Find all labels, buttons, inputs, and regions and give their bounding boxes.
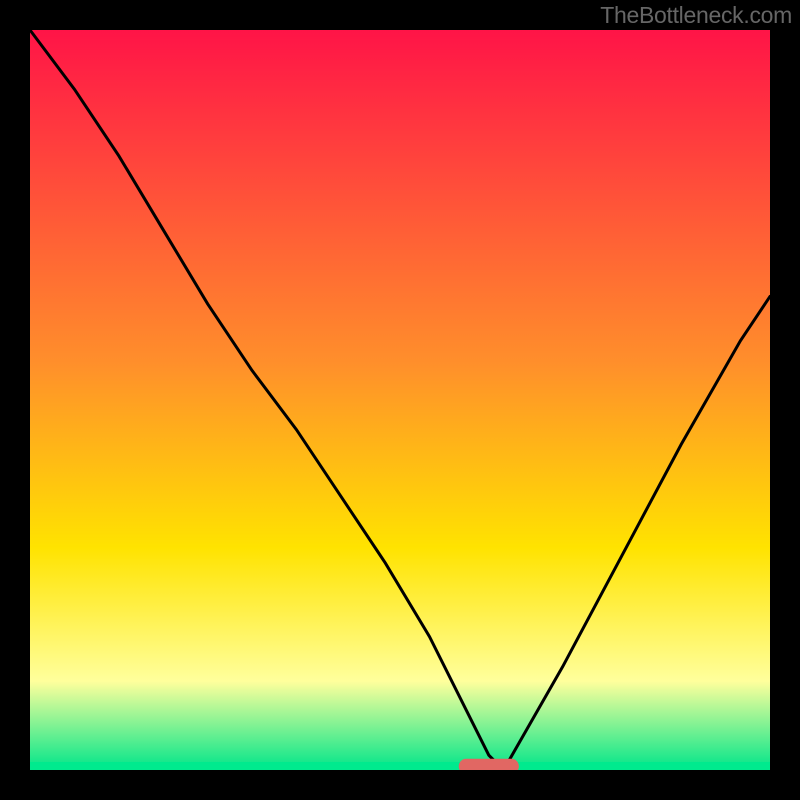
bottleneck-chart bbox=[0, 0, 800, 800]
border-left bbox=[0, 0, 30, 800]
border-bottom bbox=[0, 770, 800, 800]
chart-frame: TheBottleneck.com bbox=[0, 0, 800, 800]
plot-area bbox=[30, 30, 770, 773]
green-baseline-band bbox=[30, 762, 770, 770]
watermark-text: TheBottleneck.com bbox=[600, 2, 792, 29]
gradient-background bbox=[30, 30, 770, 770]
border-right bbox=[770, 0, 800, 800]
